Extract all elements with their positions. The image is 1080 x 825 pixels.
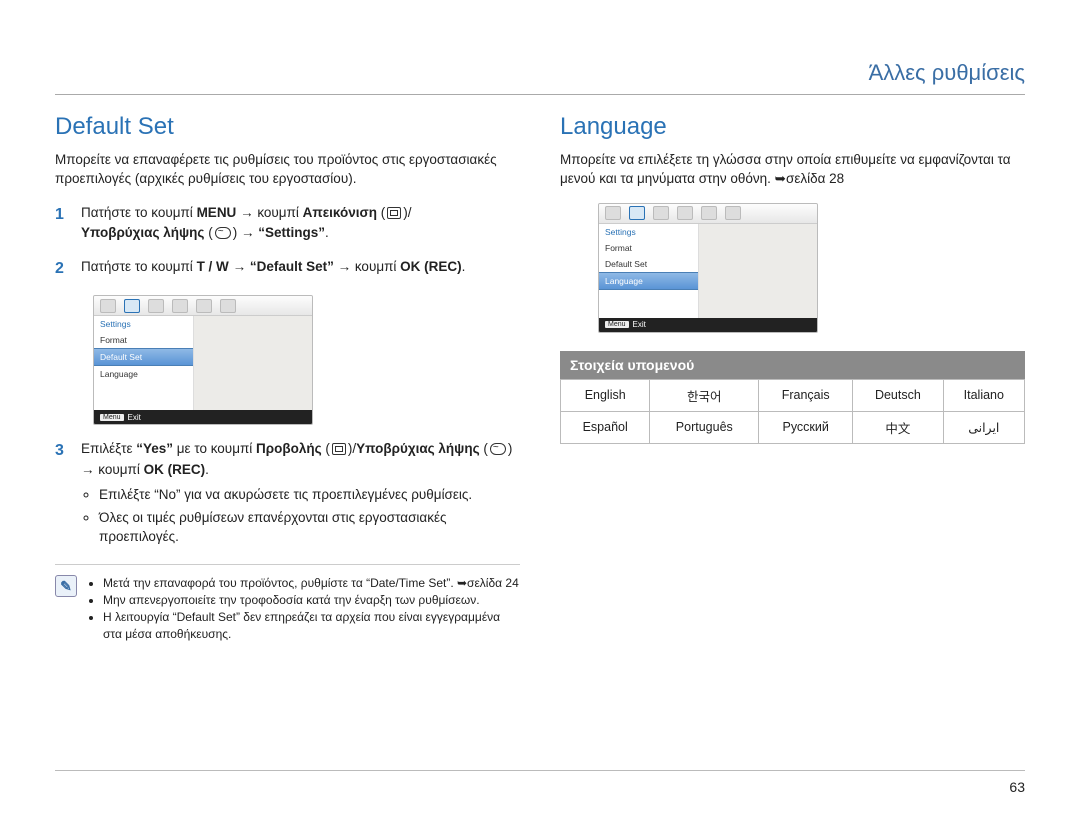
lang-cell: Español bbox=[561, 411, 650, 443]
lang-cell: Deutsch bbox=[853, 379, 943, 411]
lang-cell: Italiano bbox=[943, 379, 1024, 411]
note-item: Μην απενεργοποιείτε την τροφοδοσία κατά … bbox=[103, 592, 520, 609]
page-header: Άλλες ρυθμίσεις bbox=[55, 60, 1025, 95]
note-icon: ✎ bbox=[55, 575, 77, 597]
table-row: English 한국어 Français Deutsch Italiano bbox=[561, 379, 1025, 411]
step-number: 2 bbox=[55, 257, 71, 281]
footer-label: Exit bbox=[633, 320, 646, 329]
lang-cell: English bbox=[561, 379, 650, 411]
right-column: Language Μπορείτε να επιλέξετε τη γλώσσα… bbox=[560, 113, 1025, 643]
device-screenshot-2: Settings Format Default Set Language Men… bbox=[598, 203, 818, 333]
submenu-header: Στοιχεία υπομενού bbox=[560, 351, 1025, 379]
tab-icon bbox=[220, 299, 236, 313]
footer-key: Menu bbox=[100, 414, 124, 421]
tab-icon-active bbox=[629, 206, 645, 220]
step-3: 3 Επιλέξτε “Yes” με το κουμπί Προβολής (… bbox=[55, 439, 520, 550]
lang-cell: ایرانی bbox=[943, 411, 1024, 443]
panel-item-highlight: Language bbox=[599, 272, 698, 290]
underwater-icon bbox=[490, 443, 506, 455]
bullet: Όλες οι τιμές ρυθμίσεων επανέρχονται στι… bbox=[99, 509, 520, 547]
footer-key: Menu bbox=[605, 321, 629, 328]
step-number: 1 bbox=[55, 203, 71, 244]
display-icon bbox=[332, 443, 346, 455]
tab-icon bbox=[196, 299, 212, 313]
bullet: Επιλέξτε “No” για να ακυρώσετε τις προεπ… bbox=[99, 486, 520, 505]
note-box: ✎ Μετά την επαναφορά του προϊόντος, ρυθμ… bbox=[55, 564, 520, 642]
tab-icon bbox=[605, 206, 621, 220]
tab-icon bbox=[725, 206, 741, 220]
panel-item: Language bbox=[94, 366, 193, 382]
lang-cell: 한국어 bbox=[650, 379, 759, 411]
step-number: 3 bbox=[55, 439, 71, 550]
note-item: Μετά την επαναφορά του προϊόντος, ρυθμίσ… bbox=[103, 575, 520, 592]
table-row: Español Português Русский 中文 ایرانی bbox=[561, 411, 1025, 443]
language-heading: Language bbox=[560, 113, 1025, 141]
default-set-intro: Μπορείτε να επαναφέρετε τις ρυθμίσεις το… bbox=[55, 151, 520, 189]
device-screenshot-1: Settings Format Default Set Language Men… bbox=[93, 295, 313, 425]
tab-icon bbox=[677, 206, 693, 220]
footer-label: Exit bbox=[128, 413, 141, 422]
language-intro: Μπορείτε να επιλέξετε τη γλώσσα στην οπο… bbox=[560, 151, 1025, 189]
tab-icon bbox=[148, 299, 164, 313]
tab-icon bbox=[100, 299, 116, 313]
panel-section: Settings bbox=[599, 224, 698, 240]
step-1: 1 Πατήστε το κουμπί MENU → κουμπί Απεικό… bbox=[55, 203, 520, 244]
underwater-icon bbox=[215, 227, 231, 239]
tab-icon bbox=[701, 206, 717, 220]
page-number: 63 bbox=[1009, 779, 1025, 795]
step-2: 2 Πατήστε το κουμπί T / W → “Default Set… bbox=[55, 257, 520, 281]
panel-section: Settings bbox=[94, 316, 193, 332]
panel-item: Format bbox=[94, 332, 193, 348]
tab-icon bbox=[172, 299, 188, 313]
tab-icon-active bbox=[124, 299, 140, 313]
languages-table: English 한국어 Français Deutsch Italiano Es… bbox=[560, 379, 1025, 444]
lang-cell: Português bbox=[650, 411, 759, 443]
lang-cell: Русский bbox=[759, 411, 853, 443]
default-set-heading: Default Set bbox=[55, 113, 520, 141]
note-item: Η λειτουργία “Default Set” δεν επηρεάζει… bbox=[103, 609, 520, 643]
lang-cell: Français bbox=[759, 379, 853, 411]
panel-item-highlight: Default Set bbox=[94, 348, 193, 366]
panel-item: Format bbox=[599, 240, 698, 256]
display-icon bbox=[387, 207, 401, 219]
header-title: Άλλες ρυθμίσεις bbox=[869, 60, 1025, 85]
lang-cell: 中文 bbox=[853, 411, 943, 443]
panel-item: Default Set bbox=[599, 256, 698, 272]
left-column: Default Set Μπορείτε να επαναφέρετε τις … bbox=[55, 113, 520, 643]
tab-icon bbox=[653, 206, 669, 220]
footer-rule bbox=[55, 770, 1025, 771]
